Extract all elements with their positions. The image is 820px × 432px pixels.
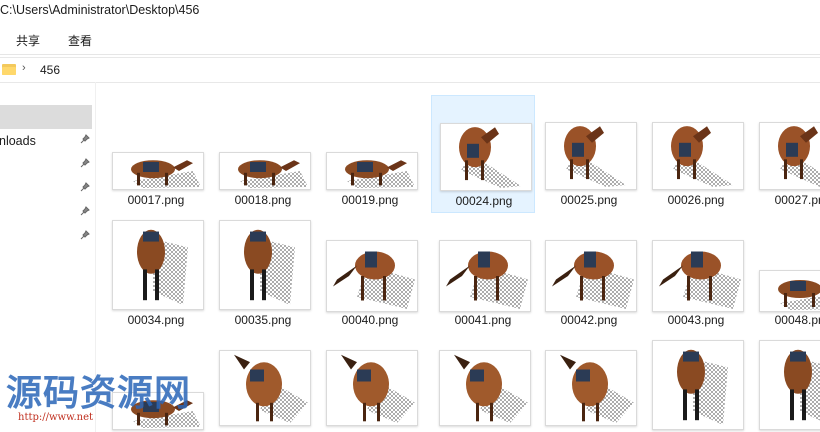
- file-name: 00034.png: [127, 313, 185, 327]
- file-thumbnail: [219, 152, 311, 190]
- file-name: 00024.png: [455, 194, 513, 208]
- watermark-text: 源码资源网: [6, 373, 192, 414]
- nav-item-downloads[interactable]: nloads: [0, 132, 92, 152]
- file-item[interactable]: [644, 335, 748, 432]
- file-name: 00040.png: [341, 313, 399, 327]
- file-item[interactable]: 00042.png: [537, 215, 641, 333]
- file-thumbnail: [219, 350, 311, 426]
- file-name: 00043.png: [667, 313, 725, 327]
- nav-item-label: nloads: [0, 134, 36, 148]
- window-path: C:\Users\Administrator\Desktop\456: [0, 3, 200, 17]
- file-thumbnail: [326, 240, 418, 312]
- nav-item-pinned[interactable]: [0, 156, 92, 176]
- file-name: 00048.png: [774, 313, 820, 327]
- file-item[interactable]: [318, 335, 422, 432]
- file-thumbnail: [112, 152, 204, 190]
- tab-share[interactable]: 共享: [12, 32, 44, 49]
- file-name: 00042.png: [560, 313, 618, 327]
- watermark-url: http://www.net: [18, 412, 94, 423]
- file-name: 00018.png: [234, 193, 292, 207]
- file-item[interactable]: 00024.png: [431, 95, 535, 213]
- file-thumbnail: [759, 340, 820, 430]
- file-thumbnail: [439, 350, 531, 426]
- nav-item-pinned[interactable]: [0, 228, 92, 248]
- file-thumbnail: [112, 220, 204, 310]
- pin-icon[interactable]: [80, 158, 90, 168]
- file-item[interactable]: 00027.png: [751, 95, 820, 213]
- file-name: 00027.png: [774, 193, 820, 207]
- file-thumbnail: [440, 123, 532, 191]
- nav-item-selected[interactable]: [0, 105, 92, 129]
- file-name: 00017.png: [127, 193, 185, 207]
- ribbon: 共享 查看: [0, 24, 820, 55]
- file-item[interactable]: 00034.png: [104, 215, 208, 333]
- pin-icon[interactable]: [80, 206, 90, 216]
- file-thumbnail: [652, 240, 744, 312]
- file-item[interactable]: [431, 335, 535, 432]
- file-item[interactable]: 00040.png: [318, 215, 422, 333]
- file-thumbnail: [545, 122, 637, 190]
- file-thumbnail: [326, 152, 418, 190]
- file-thumbnail: [652, 122, 744, 190]
- file-item[interactable]: 00043.png: [644, 215, 748, 333]
- folder-icon: [2, 62, 16, 75]
- address-bar[interactable]: › 456: [0, 57, 820, 83]
- pin-icon[interactable]: [80, 134, 90, 144]
- file-thumbnail: [759, 122, 820, 190]
- file-name: 00035.png: [234, 313, 292, 327]
- file-item[interactable]: [751, 335, 820, 432]
- file-thumbnail: [545, 240, 637, 312]
- file-name: 00026.png: [667, 193, 725, 207]
- pin-icon[interactable]: [80, 182, 90, 192]
- chevron-right-icon[interactable]: ›: [22, 62, 26, 74]
- file-thumbnail: [219, 220, 311, 310]
- file-item[interactable]: [537, 335, 641, 432]
- file-thumbnail: [545, 350, 637, 426]
- watermark: 源码资源网 http://www.net: [0, 360, 210, 432]
- breadcrumb-folder[interactable]: 456: [40, 63, 60, 77]
- file-item[interactable]: 00018.png: [211, 95, 315, 213]
- file-name: 00041.png: [454, 313, 512, 327]
- file-name: 00019.png: [341, 193, 399, 207]
- file-item[interactable]: 00035.png: [211, 215, 315, 333]
- file-item[interactable]: 00017.png: [104, 95, 208, 213]
- file-thumbnail: [326, 350, 418, 426]
- file-item[interactable]: 00019.png: [318, 95, 422, 213]
- title-bar: C:\Users\Administrator\Desktop\456: [0, 0, 820, 24]
- file-thumbnail: [652, 340, 744, 430]
- nav-item-pinned[interactable]: [0, 204, 92, 224]
- file-name: 00025.png: [560, 193, 618, 207]
- nav-item-pinned[interactable]: [0, 180, 92, 200]
- tab-view[interactable]: 查看: [64, 32, 96, 49]
- file-item[interactable]: 00025.png: [537, 95, 641, 213]
- pin-icon[interactable]: [80, 230, 90, 240]
- file-item[interactable]: [211, 335, 315, 432]
- file-thumbnail: [759, 270, 820, 312]
- file-item[interactable]: 00048.png: [751, 215, 820, 333]
- file-thumbnail: [439, 240, 531, 312]
- file-item[interactable]: 00041.png: [431, 215, 535, 333]
- file-item[interactable]: 00026.png: [644, 95, 748, 213]
